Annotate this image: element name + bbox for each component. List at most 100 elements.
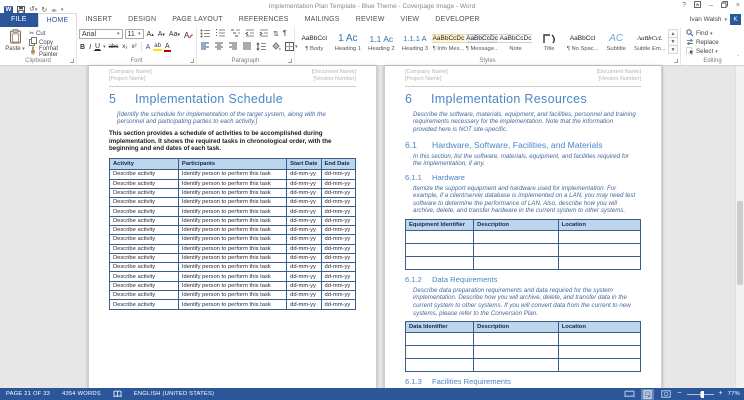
font-color-button[interactable]: A xyxy=(163,43,171,52)
subsection-heading[interactable]: 6.1.2 Data Requirements xyxy=(405,275,641,284)
table-row[interactable]: Describe activity Identify person to per… xyxy=(109,271,357,282)
table-row[interactable]: Describe activity Identify person to per… xyxy=(109,262,357,273)
table-row[interactable] xyxy=(404,255,642,270)
decrease-indent-icon[interactable] xyxy=(244,29,256,38)
schedule-table[interactable]: Activity Participants Start Date End Dat… xyxy=(109,158,357,310)
account-menu[interactable]: Ivan Walsh ▾ K xyxy=(690,14,741,25)
style-subtitle[interactable]: AC Subtitle xyxy=(600,29,633,56)
tab-page-layout[interactable]: PAGE LAYOUT xyxy=(164,13,231,27)
web-layout-icon[interactable] xyxy=(659,389,672,400)
zoom-in-icon[interactable]: + xyxy=(719,389,723,399)
word-count[interactable]: 4354 WORDS xyxy=(56,391,107,397)
minimize-icon[interactable]: – xyxy=(709,2,713,9)
subscript-button[interactable]: x₂ xyxy=(121,44,128,50)
page-indicator[interactable]: PAGE 21 OF 33 xyxy=(0,391,56,397)
styles-more-icon[interactable]: ▼ xyxy=(668,45,678,54)
subsection-heading[interactable]: 6.1.3 Facilities Requirements xyxy=(405,377,641,386)
multilevel-list-icon[interactable] xyxy=(229,29,242,38)
guidance-text[interactable]: [Identify the schedule for implementatio… xyxy=(117,111,352,126)
language-indicator[interactable]: ENGLISH (UNITED STATES) xyxy=(128,391,220,397)
increase-indent-icon[interactable] xyxy=(258,29,270,38)
table-row[interactable]: Describe activity Identify person to per… xyxy=(109,197,357,208)
select-button[interactable]: Select ▾ xyxy=(686,46,719,56)
table-row[interactable]: Describe activity Identify person to per… xyxy=(109,234,357,245)
scrollbar-thumb[interactable] xyxy=(737,201,743,285)
font-size-combobox[interactable]: 11 ▾ xyxy=(124,29,144,39)
text-effects-button[interactable]: A xyxy=(145,44,152,51)
page-header[interactable]: [Company Name] [Project Name] [Document … xyxy=(109,68,356,87)
section-heading[interactable]: 5 Implementation Schedule xyxy=(109,92,356,106)
restore-icon[interactable] xyxy=(720,1,728,10)
style-note[interactable]: AaBbCcDc Note xyxy=(499,29,532,56)
format-painter-button[interactable]: Format Painter xyxy=(29,46,76,58)
highlight-color-button[interactable]: ab xyxy=(153,43,162,51)
subsection-heading[interactable]: 6.1.1 Hardware xyxy=(405,173,641,182)
guidance-text[interactable]: Itemize the support equipment and hardwa… xyxy=(413,185,637,215)
tab-developer[interactable]: DEVELOPER xyxy=(427,13,488,27)
zoom-slider[interactable] xyxy=(686,390,714,398)
pilcrow-icon[interactable]: ¶ xyxy=(282,30,288,37)
close-icon[interactable]: × xyxy=(736,2,740,9)
proofing-book-icon[interactable] xyxy=(107,390,128,398)
change-case-button[interactable]: Aa ▾ xyxy=(168,31,181,38)
table-row[interactable]: Describe activity Identify person to per… xyxy=(109,280,357,292)
style-no-spacing[interactable]: AaBbCcI ¶ No Spac... xyxy=(566,29,599,56)
table-row[interactable]: Describe activity Identify person to per… xyxy=(109,224,357,236)
table-row[interactable] xyxy=(404,242,642,257)
table-row[interactable] xyxy=(404,345,642,360)
hardware-table[interactable]: Equipment Identifier Description Locatio… xyxy=(404,218,642,270)
tab-home[interactable]: HOME xyxy=(37,13,78,27)
style-body[interactable]: AaBbCcI ¶ Body xyxy=(298,29,331,56)
align-left-icon[interactable] xyxy=(199,42,211,51)
style-heading-1[interactable]: 1 Ac Heading 1 xyxy=(332,29,365,56)
table-row[interactable]: Describe activity Identify person to per… xyxy=(109,178,357,189)
style-heading-3[interactable]: 1.1.1 A Heading 3 xyxy=(399,29,432,56)
table-row[interactable] xyxy=(404,332,642,347)
subsection-heading[interactable]: 6.1 Hardware, Software, Facilities, and … xyxy=(405,140,641,150)
table-row[interactable]: Describe activity Identify person to per… xyxy=(109,169,357,180)
help-icon[interactable]: ? xyxy=(682,2,686,9)
tab-mailings[interactable]: MAILINGS xyxy=(297,13,348,27)
body-paragraph[interactable]: This section provides a schedule of acti… xyxy=(109,130,356,153)
page-header[interactable]: [Company Name] [Project Name] [Document … xyxy=(405,68,641,87)
align-center-icon[interactable] xyxy=(213,42,225,51)
line-spacing-icon[interactable] xyxy=(255,42,268,51)
zoom-slider-thumb[interactable] xyxy=(701,390,705,398)
zoom-out-icon[interactable]: − xyxy=(677,389,681,399)
justify-icon[interactable] xyxy=(241,42,253,51)
tab-view[interactable]: VIEW xyxy=(393,13,428,27)
guidance-text[interactable]: In this section, list the software, mate… xyxy=(413,153,637,168)
table-row[interactable]: Describe activity Identify person to per… xyxy=(109,206,357,217)
guidance-text[interactable]: Describe the software, materials, equipm… xyxy=(413,111,637,134)
table-row[interactable]: Describe activity Identify person to per… xyxy=(109,215,357,227)
table-row[interactable]: Describe activity Identify person to per… xyxy=(109,290,357,301)
numbering-icon[interactable] xyxy=(214,29,227,38)
ribbon-display-options-icon[interactable] xyxy=(694,1,701,10)
bold-button[interactable]: B xyxy=(79,44,86,51)
tab-design[interactable]: DESIGN xyxy=(120,13,164,27)
paste-button[interactable]: Paste ▾ xyxy=(3,29,27,56)
table-row[interactable] xyxy=(404,229,642,244)
table-row[interactable]: Describe activity Identify person to per… xyxy=(109,252,357,264)
read-mode-icon[interactable] xyxy=(623,389,636,400)
table-row[interactable]: Describe activity Identify person to per… xyxy=(109,243,357,254)
tab-review[interactable]: REVIEW xyxy=(348,13,393,27)
chevron-down-icon[interactable]: ▾ xyxy=(103,44,106,50)
table-row[interactable]: Describe activity Identify person to per… xyxy=(109,299,357,310)
superscript-button[interactable]: x² xyxy=(131,44,138,50)
shrink-font-button[interactable]: A ▾ xyxy=(157,31,166,38)
shading-icon[interactable] xyxy=(270,42,282,51)
page-left[interactable]: [Company Name] [Project Name] [Document … xyxy=(88,66,377,388)
tab-insert[interactable]: INSERT xyxy=(77,13,120,27)
bullets-icon[interactable] xyxy=(199,29,212,38)
page-right[interactable]: [Company Name] [Project Name] [Document … xyxy=(384,66,662,388)
tab-references[interactable]: REFERENCES xyxy=(231,13,297,27)
tab-file[interactable]: FILE xyxy=(0,13,38,27)
style-heading-2[interactable]: 1.1 Ac Heading 2 xyxy=(365,29,398,56)
table-row[interactable]: Describe activity Identify person to per… xyxy=(109,187,357,199)
section-heading[interactable]: 6 Implementation Resources xyxy=(405,92,641,106)
style-title[interactable]: Title xyxy=(533,29,566,56)
underline-button[interactable]: U xyxy=(94,43,102,51)
data-requirements-table[interactable]: Data Identifier Description Location xyxy=(404,321,642,373)
vertical-scrollbar[interactable] xyxy=(735,66,744,388)
